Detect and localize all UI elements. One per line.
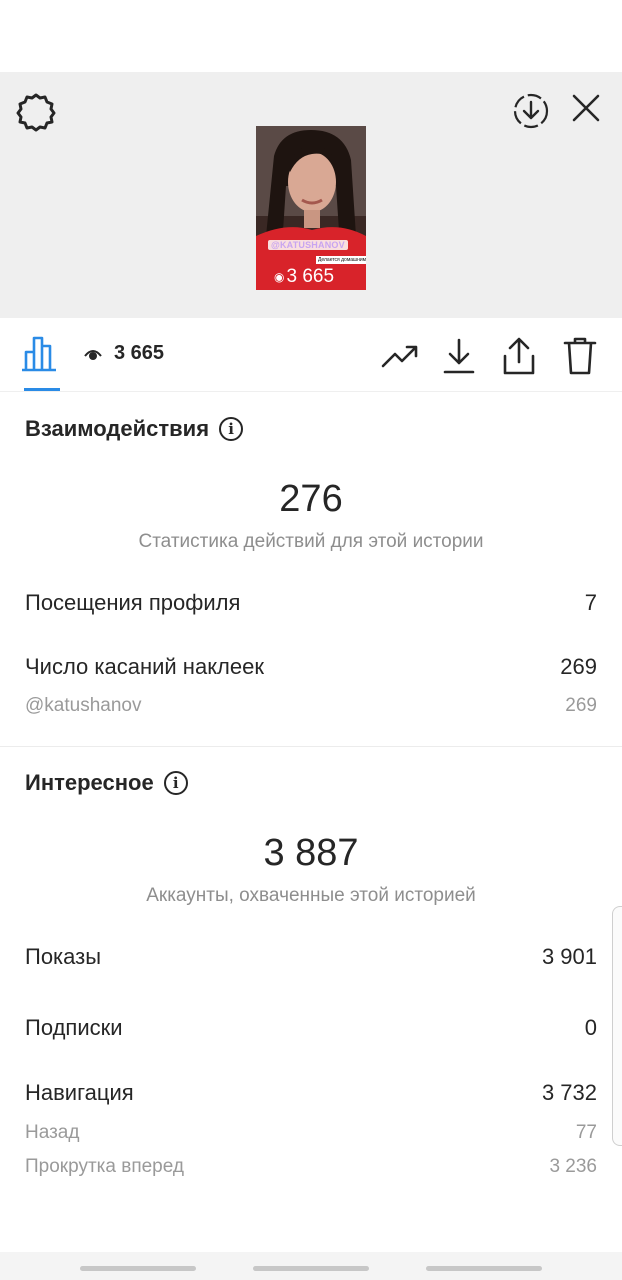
tab-insights[interactable] (18, 332, 64, 391)
stat-subrow-mention: @katushanov 269 (25, 695, 597, 717)
story-header: @KATUSHANOV Делается домашними ◉ 3 665 (0, 72, 622, 390)
close-icon (572, 94, 600, 122)
close-button[interactable] (566, 88, 606, 128)
download-circle-icon (513, 93, 549, 129)
stat-value: 0 (584, 1015, 597, 1040)
thumbnail-views-value: 3 665 (286, 266, 335, 287)
home-indicator[interactable] (426, 1266, 542, 1271)
shared-sticker-text: Делается домашними (316, 256, 366, 264)
promote-button[interactable] (378, 334, 422, 378)
stat-label: Посещения профиля (25, 590, 241, 615)
stat-row-impressions: Показы 3 901 (25, 944, 597, 970)
bottom-bar (0, 1252, 622, 1280)
story-thumbnail[interactable]: @KATUSHANOV Делается домашними ◉ 3 665 (256, 126, 366, 290)
stat-row-follows: Подписки 0 (25, 1015, 597, 1041)
stat-label: Подписки (25, 1015, 123, 1040)
bar-chart-icon (22, 336, 56, 372)
stats-toolbar: 3 665 (0, 318, 622, 392)
download-button[interactable] (437, 334, 481, 378)
trending-up-icon (381, 345, 418, 368)
interactions-title: Взаимодействия (25, 416, 210, 441)
info-icon[interactable]: i (219, 417, 244, 441)
stat-subvalue: 77 (575, 1122, 597, 1143)
stat-label: Показы (25, 944, 102, 969)
stat-value: 7 (584, 590, 597, 615)
stat-subvalue: 3 236 (549, 1156, 597, 1177)
interactions-caption: Статистика действий для этой истории (138, 531, 484, 552)
scroll-handle[interactable] (612, 906, 622, 1146)
stat-label: Число касаний наклеек (25, 654, 264, 679)
stat-sublabel: Назад (25, 1122, 80, 1143)
stat-row-navigation: Навигация 3 732 (25, 1080, 597, 1106)
discovery-title: Интересное (25, 770, 154, 795)
stat-subrow-back: Назад 77 (25, 1122, 597, 1144)
download-icon (443, 338, 475, 374)
stat-row-sticker-taps: Число касаний наклеек 269 (25, 654, 597, 680)
discovery-caption: Аккаунты, охваченные этой историей (146, 885, 476, 906)
stat-subvalue: 269 (565, 695, 597, 716)
discovery-total: 3 887 (263, 832, 359, 874)
mention-sticker: @KATUSHANOV (268, 240, 348, 250)
save-story-button[interactable] (508, 88, 554, 134)
discovery-heading: Интересное i (25, 770, 188, 796)
status-area (0, 0, 622, 72)
share-icon (503, 337, 535, 375)
home-indicator[interactable] (80, 1266, 196, 1271)
stat-value: 3 901 (541, 944, 597, 969)
view-count[interactable]: 3 665 (84, 342, 164, 365)
section-divider (0, 746, 622, 747)
interactions-heading: Взаимодействия i (25, 416, 244, 442)
stat-row-profile-visits: Посещения профиля 7 (25, 590, 597, 616)
share-button[interactable] (497, 334, 541, 378)
home-indicator[interactable] (253, 1266, 369, 1271)
stat-value: 269 (560, 654, 597, 679)
interactions-total: 276 (279, 478, 343, 520)
stat-label: Навигация (25, 1080, 134, 1105)
stat-subrow-forward: Прокрутка вперед 3 236 (25, 1156, 597, 1178)
eye-icon: ◉ (274, 270, 285, 284)
info-icon[interactable]: i (163, 771, 188, 795)
eye-icon (84, 349, 102, 360)
delete-button[interactable] (558, 334, 602, 378)
stat-sublabel: @katushanov (25, 695, 142, 716)
stat-sublabel: Прокрутка вперед (25, 1156, 184, 1177)
tab-underline (24, 388, 60, 391)
view-count-value: 3 665 (114, 342, 165, 364)
settings-button[interactable] (14, 90, 58, 134)
stat-value: 3 732 (541, 1080, 597, 1105)
thumbnail-view-count: ◉ 3 665 (274, 266, 334, 288)
trash-icon (563, 337, 597, 375)
settings-icon (16, 93, 56, 132)
